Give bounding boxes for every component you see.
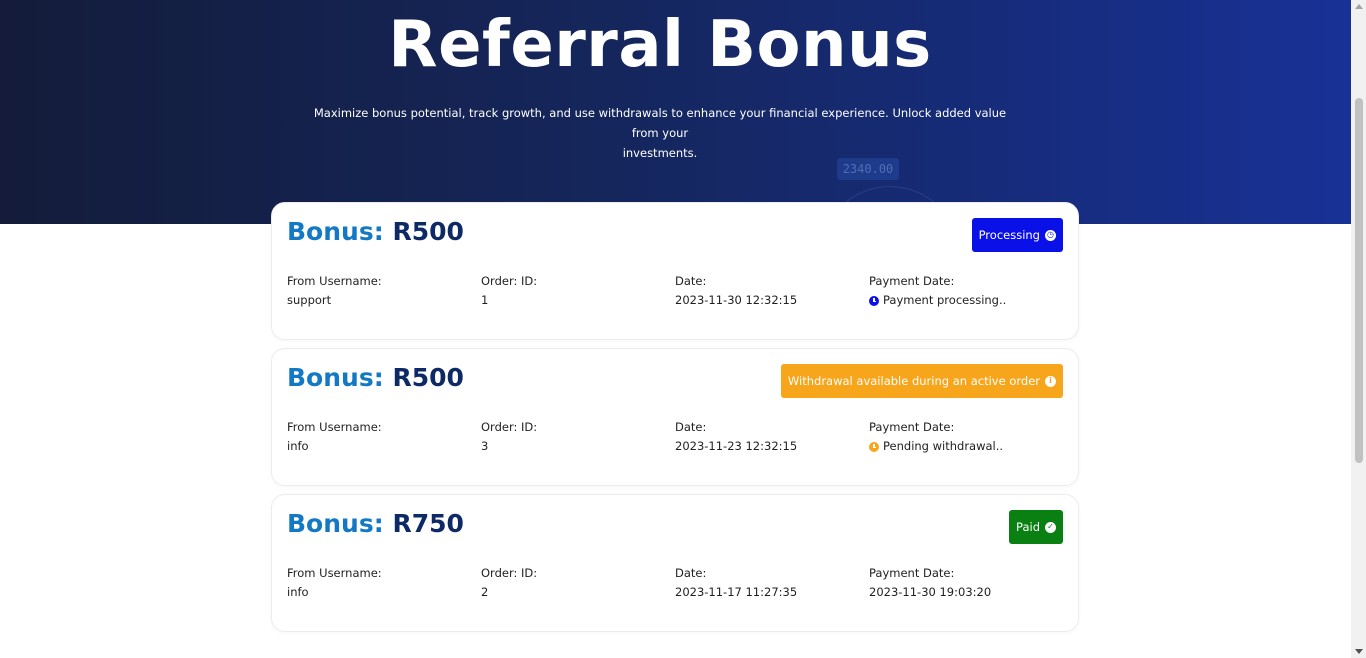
date-field: Date: 2023-11-17 11:27:35 [675,564,797,602]
info-icon: i [1045,375,1056,387]
order-id-field: Order: ID: 3 [481,418,537,456]
order-id-field: Order: ID: 1 [481,272,537,310]
bonus-amount: R500 [392,363,464,392]
status-badge-processing[interactable]: Processing ◷ [971,218,1063,252]
status-badge-label: Processing [978,228,1040,242]
page-subtitle: Maximize bonus potential, track growth, … [310,103,1010,163]
bonus-amount: R750 [392,509,464,538]
date-value: 2023-11-23 12:32:15 [675,439,798,453]
order-id-value: 1 [481,293,489,307]
clock-icon [869,295,879,306]
bonus-label: Bonus: [287,363,384,392]
payment-date-label: Payment Date: [869,274,955,288]
page-scrollbar[interactable] [1351,0,1366,658]
bonus-card: Bonus: R500 Processing ◷ From Username: … [271,202,1079,340]
from-username-value: support [287,293,332,307]
payment-date-field: Payment Date: 2023-11-30 19:03:20 [869,564,991,602]
order-id-label: Order: ID: [481,566,538,580]
bonus-card: Bonus: R500 Withdrawal available during … [271,348,1079,486]
status-badge-label: Paid [1016,520,1040,534]
date-label: Date: [675,566,707,580]
bonus-heading: Bonus: R500 [287,363,464,392]
scroll-down-arrow-icon[interactable] [1355,649,1363,654]
bonus-label: Bonus: [287,217,384,246]
from-username-field: From Username: support [287,272,382,310]
from-username-label: From Username: [287,566,382,580]
payment-date-value: Payment processing.. [869,291,1006,310]
from-username-label: From Username: [287,274,382,288]
bonus-label: Bonus: [287,509,384,538]
payment-date-field: Payment Date: Pending withdrawal.. [869,418,1003,456]
payment-date-label: Payment Date: [869,566,955,580]
date-value: 2023-11-17 11:27:35 [675,585,798,599]
scrollbar-thumb[interactable] [1355,98,1363,463]
bonus-list: Bonus: R500 Processing ◷ From Username: … [271,202,1079,640]
date-field: Date: 2023-11-23 12:32:15 [675,418,797,456]
status-badge-withdrawal[interactable]: Withdrawal available during an active or… [780,364,1063,398]
status-badge-label: Withdrawal available during an active or… [787,374,1040,388]
bonus-heading: Bonus: R750 [287,509,464,538]
scroll-up-arrow-icon[interactable] [1355,4,1363,9]
from-username-value: info [287,439,309,453]
from-username-field: From Username: info [287,564,382,602]
from-username-field: From Username: info [287,418,382,456]
from-username-value: info [287,585,309,599]
date-label: Date: [675,274,707,288]
from-username-label: From Username: [287,420,382,434]
date-field: Date: 2023-11-30 12:32:15 [675,272,797,310]
order-id-label: Order: ID: [481,274,538,288]
page-title: Referral Bonus [388,8,932,82]
order-id-value: 2 [481,585,489,599]
clock-icon [869,441,879,452]
status-badge-paid[interactable]: Paid ✓ [1009,510,1063,544]
check-circle-icon: ✓ [1045,521,1056,533]
page-subtitle-line-2: investments. [622,146,698,160]
payment-date-text: Payment processing.. [883,293,1007,307]
page-subtitle-line-1: Maximize bonus potential, track growth, … [313,106,1007,140]
order-id-field: Order: ID: 2 [481,564,537,602]
payment-date-value: Pending withdrawal.. [869,437,1003,456]
hero-banner: 2340.00 Referral Bonus Maximize bonus po… [0,0,1351,224]
order-id-value: 3 [481,439,489,453]
bonus-amount: R500 [392,217,464,246]
date-value: 2023-11-30 12:32:15 [675,293,798,307]
payment-date-field: Payment Date: Payment processing.. [869,272,1006,310]
payment-date-label: Payment Date: [869,420,955,434]
order-id-label: Order: ID: [481,420,538,434]
bonus-heading: Bonus: R500 [287,217,464,246]
payment-date-text: Pending withdrawal.. [883,439,1004,453]
bonus-card: Bonus: R750 Paid ✓ From Username: info O… [271,494,1079,632]
date-label: Date: [675,420,707,434]
clock-icon: ◷ [1045,229,1056,241]
payment-date-value: 2023-11-30 19:03:20 [869,585,992,599]
